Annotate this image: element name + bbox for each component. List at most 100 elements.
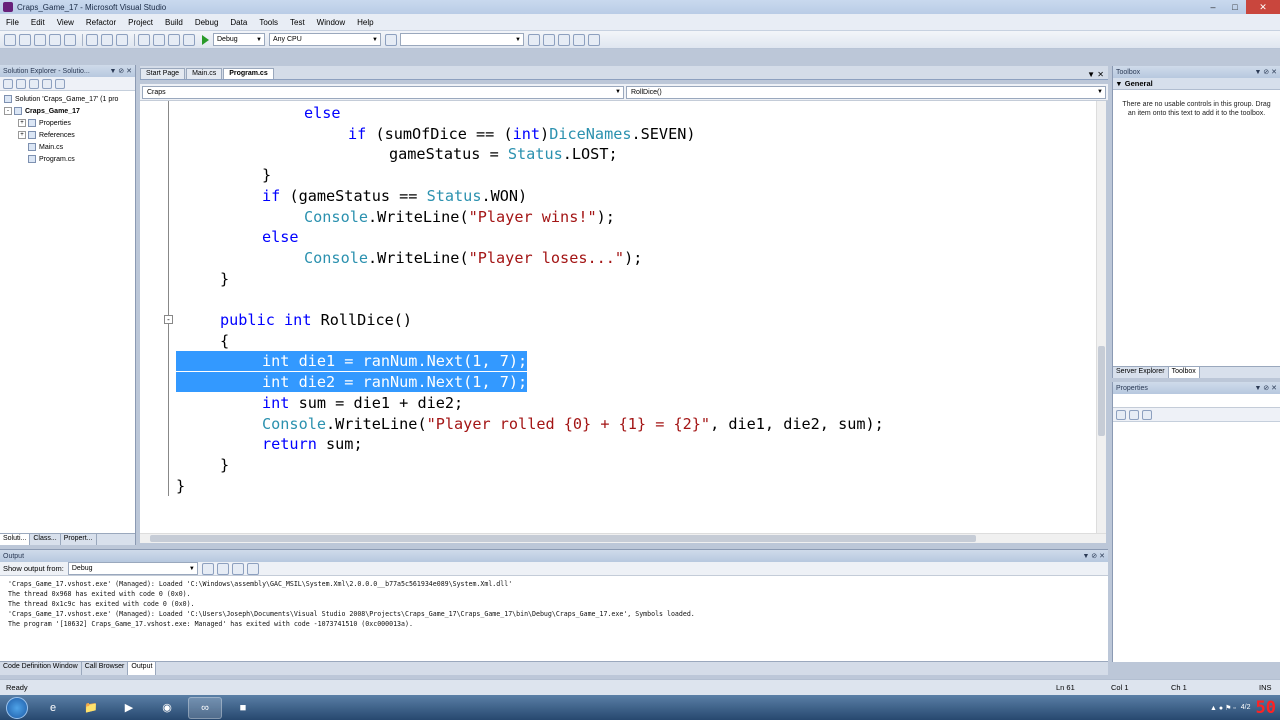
add-item-icon[interactable] xyxy=(19,33,31,46)
save-icon[interactable] xyxy=(49,33,61,46)
menu-tools[interactable]: Tools xyxy=(253,18,284,27)
find-message-icon[interactable] xyxy=(201,562,214,575)
tree-item-project[interactable]: - Craps_Game_17 xyxy=(0,105,135,117)
new-project-icon[interactable] xyxy=(4,33,16,46)
show-output-combo[interactable]: Debug ▼ xyxy=(67,562,198,575)
code-line[interactable]: int die1 = ranNum.Next(1, 7); xyxy=(176,351,528,372)
tab-solution-explorer[interactable]: Soluti... xyxy=(0,534,31,545)
previous-message-icon[interactable] xyxy=(216,562,229,575)
member-combo[interactable]: RollDice() ▼ xyxy=(626,85,1106,99)
close-document-icon[interactable]: ▼ ✕ xyxy=(1087,70,1104,79)
code-line[interactable]: } xyxy=(176,476,185,496)
code-line[interactable]: int sum = die1 + die2; xyxy=(262,393,463,413)
solution-configuration-combo[interactable]: Debug ▼ xyxy=(213,33,265,46)
toolbox-icon[interactable] xyxy=(573,33,585,46)
code-line[interactable]: Console.WriteLine("Player loses..."); xyxy=(304,248,642,268)
visual-studio-taskbar-icon[interactable]: ∞ xyxy=(188,696,222,719)
navigate-backward-icon[interactable] xyxy=(168,33,180,46)
next-message-icon[interactable] xyxy=(231,562,244,575)
menu-refactor[interactable]: Refactor xyxy=(80,18,122,27)
pin-icon[interactable]: ▼ ⊘ ✕ xyxy=(1254,68,1277,76)
menu-build[interactable]: Build xyxy=(159,18,189,27)
restore-button[interactable]: □ xyxy=(1224,0,1246,14)
code-line[interactable]: } xyxy=(262,165,271,185)
open-file-icon[interactable] xyxy=(34,33,46,46)
tab-program-cs[interactable]: Program.cs xyxy=(223,68,274,79)
expand-icon[interactable]: + xyxy=(18,119,26,127)
cut-icon[interactable] xyxy=(86,33,98,46)
tab-start-page[interactable]: Start Page xyxy=(140,68,186,79)
tree-item-references[interactable]: + References xyxy=(0,129,135,141)
tree-item-solution[interactable]: Solution 'Craps_Game_17' (1 pro xyxy=(0,93,135,105)
object-browser-icon[interactable] xyxy=(558,33,570,46)
menu-project[interactable]: Project xyxy=(122,18,159,27)
media-player-icon[interactable]: ▶ xyxy=(112,697,146,719)
properties-icon[interactable] xyxy=(3,78,13,89)
toolbox-group-general[interactable]: ▾ General xyxy=(1113,78,1280,90)
indicator-margin[interactable] xyxy=(140,101,164,536)
refresh-icon[interactable] xyxy=(29,78,39,89)
code-line[interactable]: Console.WriteLine("Player rolled {0} + {… xyxy=(262,414,884,434)
paste-icon[interactable] xyxy=(116,33,128,46)
collapse-region-icon[interactable]: - xyxy=(164,315,173,324)
code-line[interactable]: else xyxy=(304,103,341,123)
code-line[interactable]: if (sumOfDice == (int)DiceNames.SEVEN) xyxy=(348,124,696,144)
code-line[interactable]: if (gameStatus == Status.WON) xyxy=(262,186,527,206)
menu-data[interactable]: Data xyxy=(224,18,253,27)
file-explorer-icon[interactable]: 📁 xyxy=(74,697,108,719)
tab-code-definition-window[interactable]: Code Definition Window xyxy=(0,662,82,675)
scroll-thumb[interactable] xyxy=(150,535,976,542)
tray-icons[interactable]: ▲ ● ⚑ ▫ xyxy=(1210,704,1236,712)
properties-window-icon[interactable] xyxy=(543,33,555,46)
tab-server-explorer[interactable]: Server Explorer xyxy=(1113,367,1169,378)
menu-debug[interactable]: Debug xyxy=(189,18,225,27)
show-all-files-icon[interactable] xyxy=(16,78,26,89)
tab-call-browser[interactable]: Call Browser xyxy=(82,662,129,675)
save-all-icon[interactable] xyxy=(64,33,76,46)
pin-icon[interactable]: ▼ ⊘ ✕ xyxy=(109,67,132,75)
chrome-icon[interactable]: ◉ xyxy=(150,697,184,719)
expand-icon[interactable]: + xyxy=(18,131,26,139)
vertical-scrollbar[interactable] xyxy=(1096,101,1106,536)
tree-item-main-cs[interactable]: Main.cs xyxy=(0,141,135,153)
solution-explorer-icon[interactable] xyxy=(528,33,540,46)
menu-test[interactable]: Test xyxy=(284,18,311,27)
object-selector[interactable] xyxy=(1113,394,1280,408)
solution-platform-combo[interactable]: Any CPU ▼ xyxy=(269,33,381,46)
redo-icon[interactable] xyxy=(153,33,165,46)
tree-item-properties[interactable]: + Properties xyxy=(0,117,135,129)
categorized-icon[interactable] xyxy=(1116,409,1126,420)
code-line[interactable]: int die2 = ranNum.Next(1, 7); xyxy=(176,372,528,393)
menu-help[interactable]: Help xyxy=(351,18,379,27)
tab-toolbox[interactable]: Toolbox xyxy=(1168,367,1200,378)
collapse-icon[interactable]: - xyxy=(4,107,12,115)
code-editor[interactable]: - else if (sumOfDice == (int)DiceNames.SE… xyxy=(140,101,1106,536)
view-code-icon[interactable] xyxy=(42,78,52,89)
code-line[interactable]: return sum; xyxy=(262,434,363,454)
class-combo[interactable]: Craps ▼ xyxy=(142,85,624,99)
tab-property-manager[interactable]: Propert... xyxy=(61,534,97,545)
start-button[interactable] xyxy=(6,696,28,719)
clock-date[interactable]: 4/2 xyxy=(1241,704,1251,711)
navigate-forward-icon[interactable] xyxy=(183,33,195,46)
view-class-diagram-icon[interactable] xyxy=(55,78,65,89)
start-debugging-icon[interactable] xyxy=(202,34,209,45)
scroll-thumb[interactable] xyxy=(1098,346,1105,436)
find-in-files-icon[interactable] xyxy=(385,33,397,46)
copy-icon[interactable] xyxy=(101,33,113,46)
code-line[interactable]: Console.WriteLine("Player wins!"); xyxy=(304,207,615,227)
minimize-button[interactable]: – xyxy=(1202,0,1224,14)
tree-item-program-cs[interactable]: Program.cs xyxy=(0,153,135,165)
find-combo[interactable]: ▼ xyxy=(400,33,524,46)
menu-window[interactable]: Window xyxy=(311,18,351,27)
close-button[interactable]: ✕ xyxy=(1246,0,1280,14)
code-line[interactable]: public int RollDice() xyxy=(220,310,412,330)
menu-file[interactable]: File xyxy=(0,18,25,27)
tab-class-view[interactable]: Class... xyxy=(30,534,61,545)
pin-icon[interactable]: ▼ ⊘ ✕ xyxy=(1082,552,1105,560)
clear-all-icon[interactable] xyxy=(246,562,259,575)
horizontal-scrollbar[interactable] xyxy=(140,533,1106,543)
code-line[interactable]: } xyxy=(220,455,229,475)
output-text[interactable]: 'Craps_Game_17.vshost.exe' (Managed): Lo… xyxy=(0,576,1108,629)
recorder-taskbar-icon[interactable]: ■ xyxy=(226,697,260,719)
